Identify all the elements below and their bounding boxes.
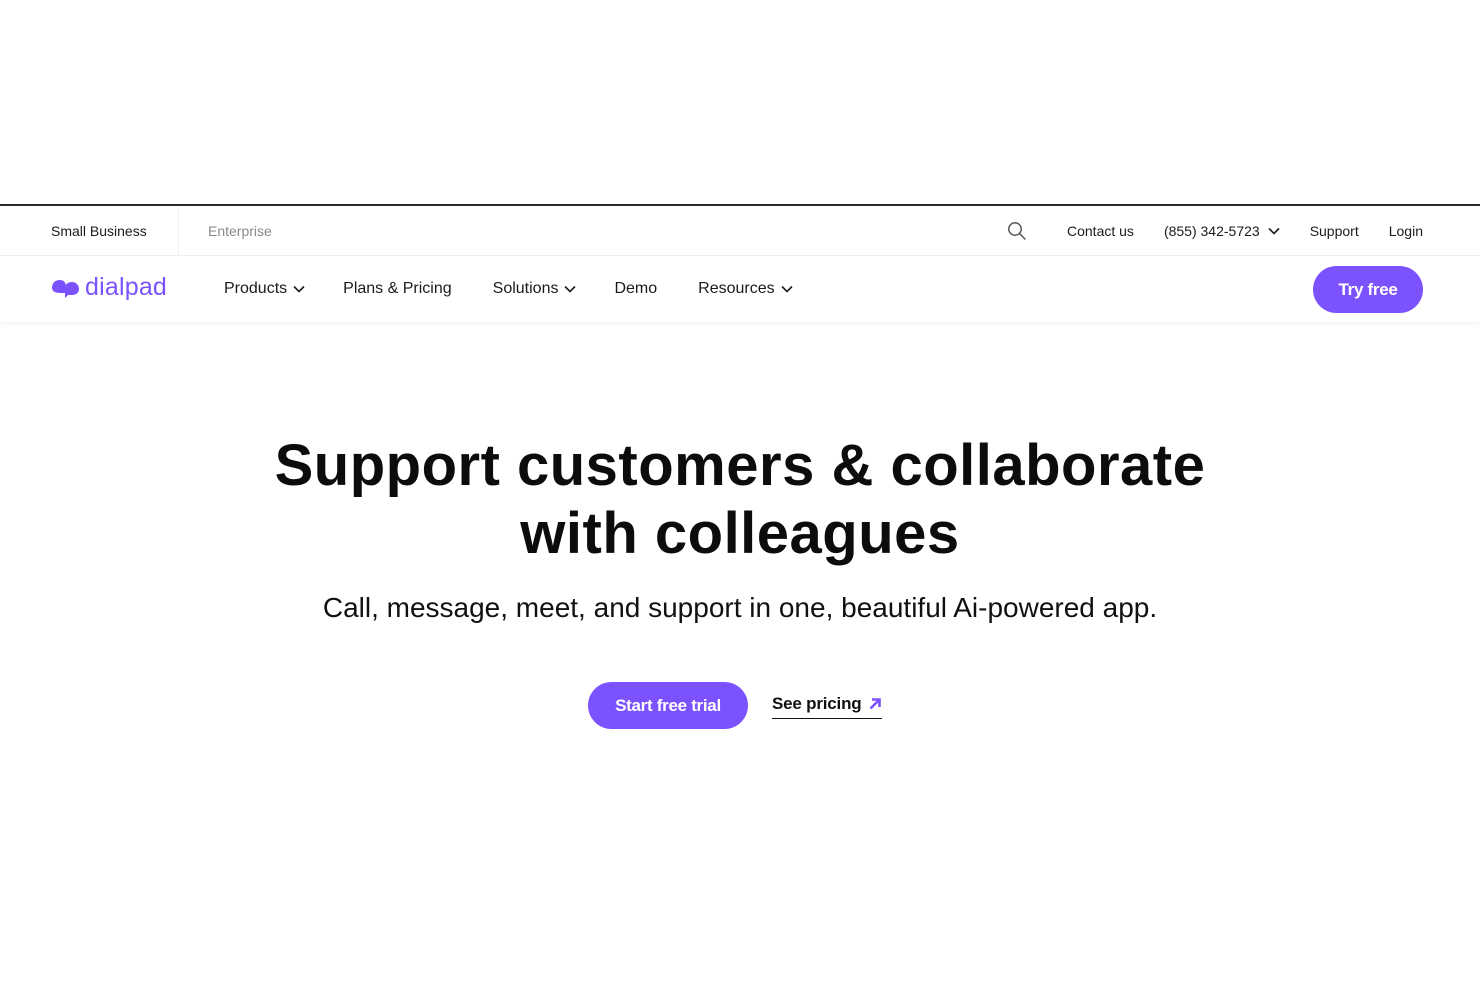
phone-number: (855) 342-5723 (1163, 222, 1260, 239)
search-button[interactable] (1007, 221, 1037, 241)
segment-small-business[interactable]: Small Business (51, 206, 147, 255)
chevron-down-icon (293, 285, 305, 293)
contact-us-link[interactable]: Contact us (1067, 223, 1134, 239)
support-link[interactable]: Support (1310, 223, 1359, 239)
logo-text: dialpad (85, 273, 168, 301)
nav-item-resources[interactable]: Resources (698, 280, 793, 298)
nav-item-label: Products (224, 280, 288, 297)
chevron-down-icon (781, 285, 793, 293)
segment-enterprise-label: Enterprise (208, 222, 272, 239)
chevron-down-icon (1268, 227, 1280, 235)
try-free-button[interactable]: Try free (1313, 266, 1423, 313)
search-icon (1008, 221, 1026, 240)
start-free-trial-button[interactable]: Start free trial (588, 682, 748, 729)
segment-divider (178, 206, 179, 255)
hero-title: Support customers & collaborate with col… (0, 432, 1480, 568)
nav-item-label: Demo (614, 280, 658, 297)
nav-menu: Products Plans & Pricing Solutions Demo … (224, 256, 793, 322)
phone-dropdown[interactable]: (855) 342-5723 (1164, 223, 1280, 239)
utility-bar: Small Business Enterprise Contact us (85… (0, 206, 1480, 256)
segment-small-business-label: Small Business (51, 222, 147, 239)
main-nav: dialpad Products Plans & Pricing Solutio… (0, 256, 1480, 323)
nav-item-demo[interactable]: Demo (614, 280, 657, 298)
nav-item-label: Plans & Pricing (343, 280, 452, 297)
nav-item-plans-pricing[interactable]: Plans & Pricing (343, 280, 452, 298)
nav-item-products[interactable]: Products (224, 280, 305, 298)
nav-item-solutions[interactable]: Solutions (493, 280, 577, 298)
segment-enterprise[interactable]: Enterprise (208, 206, 272, 255)
dialpad-logo-icon (52, 279, 79, 298)
hero-subtitle: Call, message, meet, and support in one,… (322, 592, 1158, 623)
see-pricing-link[interactable]: See pricing (772, 693, 883, 719)
nav-item-label: Solutions (492, 280, 559, 297)
utility-links: Contact us (855) 342-5723 Support Login (977, 206, 1423, 255)
login-link[interactable]: Login (1389, 223, 1423, 239)
chevron-down-icon (564, 285, 577, 293)
hero-title-line2: with colleagues (520, 501, 960, 566)
dialpad-logo[interactable]: dialpad (51, 273, 167, 302)
arrow-up-right-icon (870, 698, 882, 710)
nav-item-label: Resources (698, 280, 775, 297)
see-pricing-label: See pricing (772, 694, 862, 713)
hero-title-line1: Support customers & collaborate (274, 433, 1206, 498)
